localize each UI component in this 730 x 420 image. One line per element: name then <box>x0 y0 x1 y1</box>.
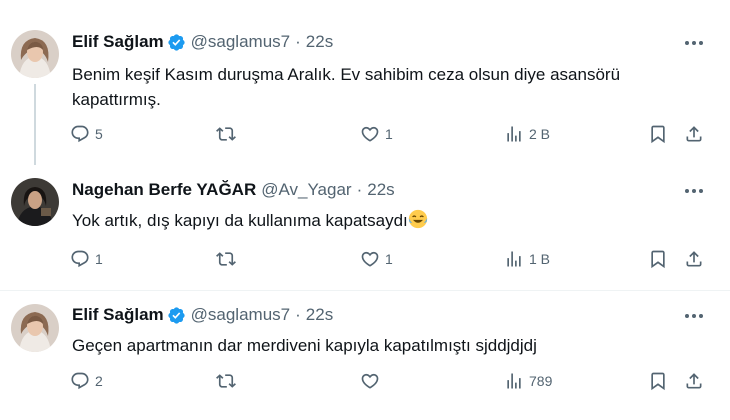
tweet[interactable]: Nagehan Berfe YAĞAR @Av_Yagar · 22s Yok … <box>0 165 730 291</box>
tweet[interactable]: Elif Sağlam @saglamus7 · 22s Benim keşif… <box>0 0 730 165</box>
tweet-text-container: Yok artık, dış kapıyı da kullanıma kapat… <box>72 208 692 233</box>
author-name[interactable]: Nagehan Berfe YAĞAR <box>72 179 256 201</box>
views-button[interactable]: 1 B <box>504 249 550 269</box>
views-button[interactable]: 2 B <box>504 124 550 144</box>
reply-count: 5 <box>95 126 103 142</box>
like-button[interactable]: 1 <box>360 124 393 144</box>
like-icon <box>360 371 380 391</box>
reply-button[interactable]: 5 <box>70 124 103 144</box>
tweet-header: Elif Sağlam @saglamus7 · 22s <box>72 304 333 326</box>
retweet-icon <box>216 249 236 269</box>
tweet-thread: Elif Sağlam @saglamus7 · 22s Benim keşif… <box>0 0 730 420</box>
share-button[interactable] <box>684 371 704 391</box>
author-handle[interactable]: @saglamus7 <box>191 31 290 53</box>
separator-dot: · <box>356 180 363 199</box>
thread-line <box>34 84 36 165</box>
retweet-button[interactable] <box>216 249 241 269</box>
like-button[interactable] <box>360 371 385 391</box>
tweet-text: Yok artık, dış kapıyı da kullanıma kapat… <box>72 211 408 230</box>
avatar[interactable] <box>11 304 59 352</box>
tweet-actions: 2 789 <box>66 371 716 395</box>
reply-icon <box>70 124 90 144</box>
retweet-icon <box>216 124 236 144</box>
verified-badge-icon <box>167 33 186 52</box>
retweet-button[interactable] <box>216 371 241 391</box>
timestamp[interactable]: 22s <box>306 304 333 326</box>
avatar[interactable] <box>11 30 59 78</box>
bookmark-icon <box>648 124 668 144</box>
tweet-actions: 1 1 1 B <box>66 249 716 273</box>
like-button[interactable]: 1 <box>360 249 393 269</box>
views-icon <box>504 124 524 144</box>
avatar[interactable] <box>11 178 59 226</box>
views-count: 2 B <box>529 126 551 142</box>
like-icon <box>360 249 380 269</box>
views-icon <box>504 249 524 269</box>
verified-badge-icon <box>167 306 186 325</box>
author-handle[interactable]: @Av_Yagar <box>261 179 351 201</box>
tweet-text: Benim keşif Kasım duruşma Aralık. Ev sah… <box>72 65 621 109</box>
tweet[interactable]: Elif Sağlam @saglamus7 · 22s Geçen apart… <box>0 291 730 420</box>
share-icon <box>684 124 704 144</box>
tweet-actions: 5 1 2 B <box>66 124 716 148</box>
like-count: 1 <box>385 126 393 142</box>
retweet-button[interactable] <box>216 124 241 144</box>
like-icon <box>360 124 380 144</box>
share-icon <box>684 249 704 269</box>
separator-dot: · <box>295 32 301 51</box>
separator-dot: · <box>295 305 301 324</box>
bookmark-button[interactable] <box>648 371 668 391</box>
tweet-text: Geçen apartmanın dar merdiveni kapıyla k… <box>72 336 537 355</box>
reply-count: 1 <box>95 251 103 267</box>
retweet-icon <box>216 371 236 391</box>
reply-button[interactable]: 1 <box>70 249 103 269</box>
share-button[interactable] <box>684 249 704 269</box>
reply-icon <box>70 249 90 269</box>
more-icon[interactable] <box>682 304 706 328</box>
bookmark-button[interactable] <box>648 249 668 269</box>
views-button[interactable]: 789 <box>504 371 552 391</box>
author-handle[interactable]: @saglamus7 <box>191 304 290 326</box>
timestamp[interactable]: 22s <box>367 179 394 201</box>
timestamp[interactable]: 22s <box>306 31 333 53</box>
tweet-header: Elif Sağlam @saglamus7 · 22s <box>72 31 333 53</box>
tweet-header: Nagehan Berfe YAĞAR @Av_Yagar · 22s <box>72 179 395 201</box>
views-count: 789 <box>529 373 553 389</box>
more-icon[interactable] <box>682 31 706 55</box>
share-button[interactable] <box>684 124 704 144</box>
author-name[interactable]: Elif Sağlam <box>72 304 164 326</box>
more-icon[interactable] <box>682 179 706 203</box>
reply-count: 2 <box>95 373 103 389</box>
reply-icon <box>70 371 90 391</box>
share-icon <box>684 371 704 391</box>
bookmark-icon <box>648 249 668 269</box>
author-name[interactable]: Elif Sağlam <box>72 31 164 53</box>
reply-button[interactable]: 2 <box>70 371 103 391</box>
bookmark-button[interactable] <box>648 124 668 144</box>
bookmark-icon <box>648 371 668 391</box>
views-count: 1 B <box>529 251 551 267</box>
like-count: 1 <box>385 251 393 267</box>
views-icon <box>504 371 524 391</box>
tears-of-joy-emoji-icon <box>408 209 428 229</box>
